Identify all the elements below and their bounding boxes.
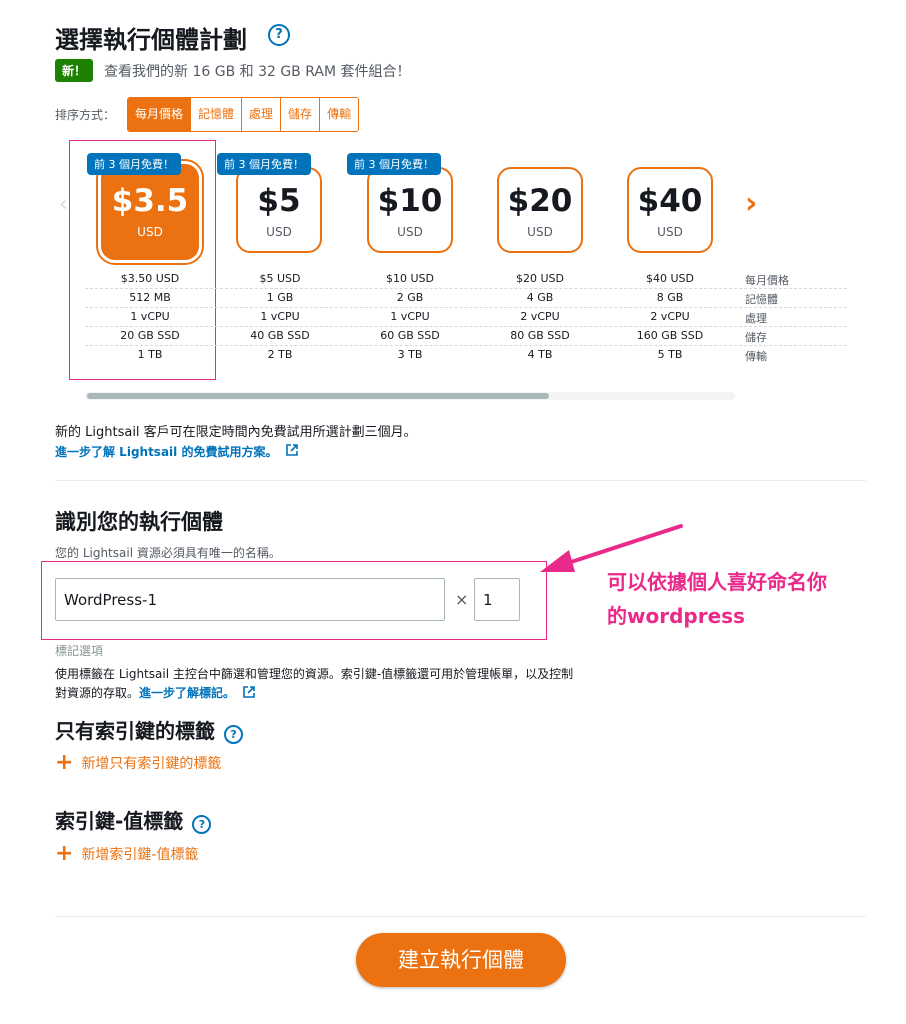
add-key-value-tag-label: 新增索引鍵-值標籤 xyxy=(81,846,199,863)
help-icon[interactable]: ? xyxy=(268,24,290,46)
spec-cpu: 1 vCPU xyxy=(130,310,170,323)
spec-transfer: 5 TB xyxy=(657,348,683,361)
annotation-line1: 可以依據個人喜好命名你 xyxy=(607,570,827,594)
key-only-tags-heading: 只有索引鍵的標籤 ? xyxy=(55,715,244,744)
plan-scrollbar-thumb[interactable] xyxy=(87,393,549,399)
instance-count-input[interactable] xyxy=(474,578,520,621)
plan-card-40[interactable]: $40 USD xyxy=(627,167,713,253)
sort-option-price[interactable]: 每月價格 xyxy=(128,98,192,131)
sort-option-cpu[interactable]: 處理 xyxy=(242,98,282,131)
plan-price: $40 xyxy=(637,183,703,219)
trial-learn-more-link[interactable]: 進一步了解 Lightsail 的免費試用方案。 xyxy=(55,443,277,460)
spec-cpu: 1 vCPU xyxy=(260,310,300,323)
spec-cpu: 1 vCPU xyxy=(390,310,430,323)
spec-monthly: $3.50 USD xyxy=(120,272,180,285)
plan-currency: USD xyxy=(137,225,163,239)
spec-transfer: 4 TB xyxy=(527,348,553,361)
sort-option-memory[interactable]: 記憶體 xyxy=(191,98,243,131)
add-key-only-tag-label: 新增只有索引鍵的標籤 xyxy=(81,755,222,772)
plan-price: $20 xyxy=(507,183,573,219)
create-instance-button[interactable]: 建立執行個體 xyxy=(356,933,566,987)
promo-badge: 前 3 個月免費！ xyxy=(347,153,441,175)
add-key-value-tag-button[interactable]: + 新增索引鍵-值標籤 xyxy=(55,841,199,866)
new-badge: 新！ xyxy=(55,59,94,82)
plan-currency: USD xyxy=(266,225,292,239)
sort-option-storage[interactable]: 儲存 xyxy=(281,98,321,131)
spec-memory: 8 GB xyxy=(656,291,684,304)
spec-label-monthly: 每月價格 xyxy=(745,274,789,287)
times-sign: × xyxy=(455,590,469,609)
spec-memory: 1 GB xyxy=(266,291,294,304)
spec-monthly: $10 USD xyxy=(386,272,434,285)
plan-card-5[interactable]: $5 USD xyxy=(236,167,322,253)
instance-name-input[interactable] xyxy=(55,578,445,621)
identify-title: 識別您的執行個體 xyxy=(55,510,223,534)
spec-storage: 160 GB SSD xyxy=(636,329,704,342)
spec-label-storage: 儲存 xyxy=(745,331,767,344)
spec-cpu: 2 vCPU xyxy=(650,310,690,323)
sort-options: 每月價格 記憶體 處理 儲存 傳輸 xyxy=(127,97,360,132)
spec-storage: 40 GB SSD xyxy=(250,329,310,342)
spec-storage: 80 GB SSD xyxy=(510,329,570,342)
tag-options-label: 標記選項 xyxy=(55,644,104,658)
promo-badge: 前 3 個月免費！ xyxy=(217,153,311,175)
promo-badge: 前 3 個月免費！ xyxy=(87,153,181,175)
spec-monthly: $5 USD xyxy=(259,272,301,285)
plan-card-3-5[interactable]: $3.5 USD xyxy=(101,164,199,260)
page-title: 選擇執行個體計劃 xyxy=(55,26,247,54)
spec-memory: 2 GB xyxy=(396,291,424,304)
spec-label-memory: 記憶體 xyxy=(745,293,778,306)
key-value-tags-heading: 索引鍵-值標籤 ? xyxy=(55,805,212,834)
trial-text: 新的 Lightsail 客戶可在限定時間內免費試用所選計劃三個月。 xyxy=(55,425,417,440)
spec-cpu: 2 vCPU xyxy=(520,310,560,323)
chevron-right-icon[interactable]: › xyxy=(745,186,757,221)
spec-transfer: 2 TB xyxy=(267,348,293,361)
spec-transfer: 3 TB xyxy=(397,348,423,361)
plan-currency: USD xyxy=(397,225,423,239)
plus-icon: + xyxy=(55,750,74,775)
spec-label-transfer: 傳輸 xyxy=(745,350,767,363)
plan-price: $10 xyxy=(377,183,443,219)
help-icon[interactable]: ? xyxy=(224,725,244,744)
tag-learn-more-link[interactable]: 進一步了解標記。 xyxy=(139,686,235,700)
plan-card-20[interactable]: $20 USD xyxy=(497,167,583,253)
spec-memory: 512 MB xyxy=(129,291,171,304)
tag-description-text: 對資源的存取。 xyxy=(55,686,140,700)
key-only-tags-title: 只有索引鍵的標籤 xyxy=(55,719,215,743)
spec-label-cpu: 處理 xyxy=(745,312,767,325)
sort-label: 排序方式： xyxy=(55,108,116,122)
plan-price: $3.5 xyxy=(111,183,189,219)
sort-option-transfer[interactable]: 傳輸 xyxy=(320,98,359,131)
new-announcement: 查看我們的新 16 GB 和 32 GB RAM 套件組合！ xyxy=(104,64,411,80)
spec-storage: 20 GB SSD xyxy=(120,329,180,342)
section-divider xyxy=(55,916,866,917)
plus-icon: + xyxy=(55,841,74,866)
spec-storage: 60 GB SSD xyxy=(380,329,440,342)
spec-transfer: 1 TB xyxy=(137,348,163,361)
help-icon[interactable]: ? xyxy=(192,815,212,834)
plan-price: $5 xyxy=(257,183,301,219)
section-divider xyxy=(55,480,866,481)
tag-description-line2: 對資源的存取。進一步了解標記。 xyxy=(55,684,255,701)
spec-memory: 4 GB xyxy=(526,291,554,304)
plan-currency: USD xyxy=(657,225,683,239)
external-link-icon[interactable] xyxy=(286,444,298,456)
spec-monthly: $20 USD xyxy=(516,272,564,285)
plan-card-10[interactable]: $10 USD xyxy=(367,167,453,253)
key-value-tags-title: 索引鍵-值標籤 xyxy=(55,809,184,833)
chevron-left-icon[interactable]: ‹ xyxy=(59,192,68,217)
spec-monthly: $40 USD xyxy=(646,272,694,285)
external-link-icon[interactable] xyxy=(243,686,255,698)
identify-subtitle: 您的 Lightsail 資源必須具有唯一的名稱。 xyxy=(55,546,281,560)
add-key-only-tag-button[interactable]: + 新增只有索引鍵的標籤 xyxy=(55,750,221,775)
tag-description-line1: 使用標籤在 Lightsail 主控台中篩選和管理您的資源。索引鍵-值標籤還可用… xyxy=(55,667,574,681)
annotation-line2: 的wordpress xyxy=(607,604,745,628)
plan-currency: USD xyxy=(527,225,553,239)
